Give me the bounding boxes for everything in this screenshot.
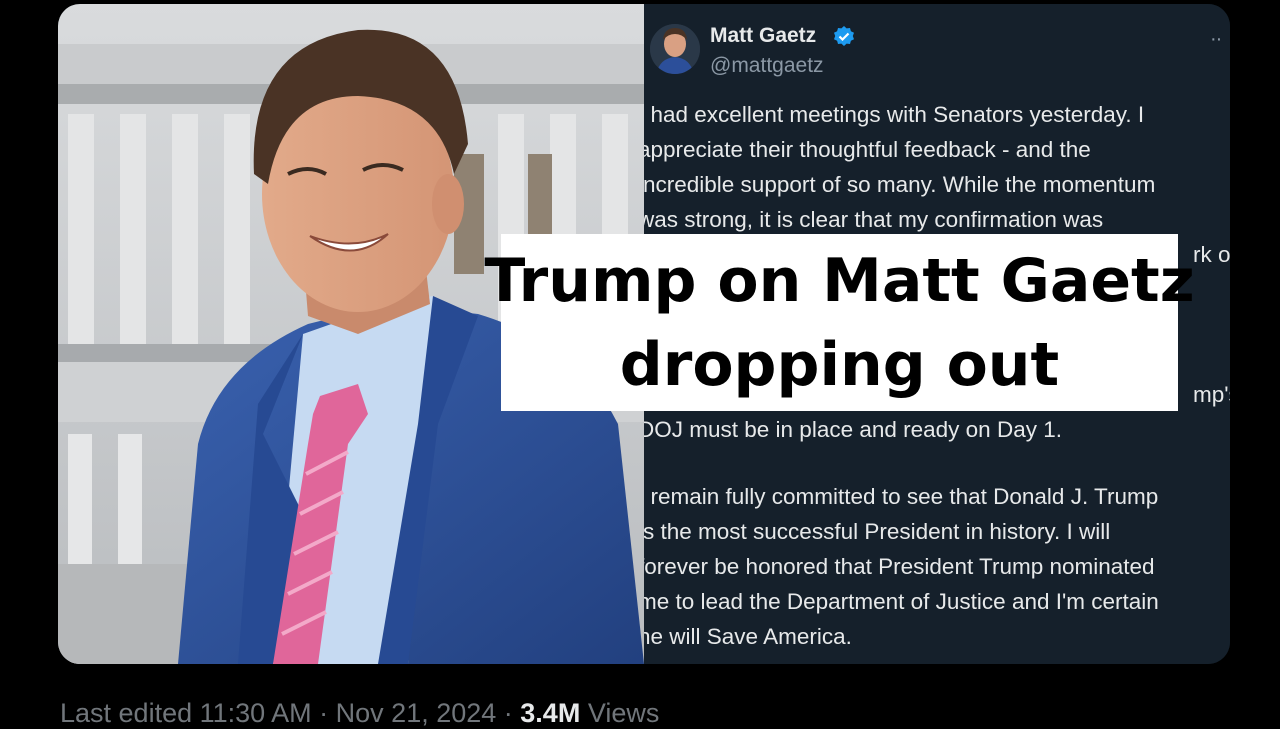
tweet-line: is the most successful President in hist… — [644, 519, 1111, 544]
headline-overlay: Trump on Matt Gaetz dropping out — [484, 234, 1195, 411]
post-meta: Last edited 11:30 AM · Nov 21, 2024 · 3.… — [60, 698, 659, 729]
tweet-line: forever be honored that President Trump … — [644, 554, 1155, 579]
more-options-icon[interactable]: ·· — [1210, 28, 1222, 51]
tweet-line: DOJ must be in place and ready on Day 1. — [644, 417, 1062, 442]
tweet-line: he will Save America. — [644, 624, 852, 649]
headline-line-2: dropping out — [619, 329, 1060, 400]
views-label: Views — [580, 698, 660, 728]
tweet-line: I remain fully committed to see that Don… — [644, 484, 1159, 509]
tweet-line: me to lead the Department of Justice and… — [644, 589, 1159, 614]
tweet-line: incredible support of so many. While the… — [644, 172, 1156, 197]
headline-line-1: Trump on Matt Gaetz — [484, 245, 1195, 316]
tweet-line: rk of — [1193, 242, 1230, 267]
tweet-line: mp's — [1193, 382, 1230, 407]
views-count: 3.4M — [520, 698, 581, 728]
avatar[interactable] — [650, 24, 700, 74]
edited-timestamp: Last edited 11:30 AM · Nov 21, 2024 · — [60, 698, 521, 728]
tweet-line: was strong, it is clear that my confirma… — [644, 207, 1104, 232]
verified-badge-icon — [834, 26, 854, 46]
tweet-line: I had excellent meetings with Senators y… — [644, 102, 1145, 127]
tweet-line: appreciate their thoughtful feedback - a… — [644, 137, 1091, 162]
author-handle[interactable]: @mattgaetz — [710, 54, 824, 78]
author-name[interactable]: Matt Gaetz — [710, 24, 816, 48]
